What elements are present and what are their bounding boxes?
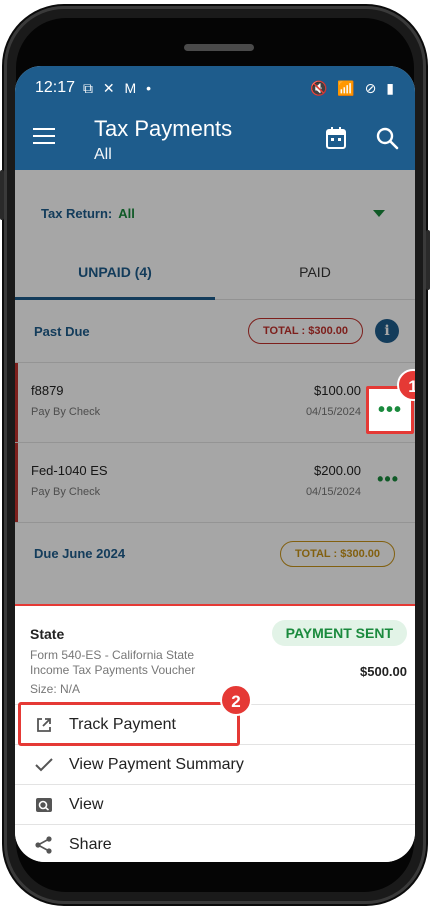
page-title: Tax Payments bbox=[94, 116, 233, 141]
status-time: 12:17 bbox=[35, 79, 76, 96]
status-badge: PAYMENT SENT bbox=[271, 620, 407, 646]
form-description: Form 540-ES - California State Income Ta… bbox=[30, 648, 196, 677]
more-options-icon[interactable]: ••• bbox=[378, 399, 402, 422]
notification-icons: ⧉ ✕ M • bbox=[83, 79, 155, 96]
view-action[interactable]: View bbox=[15, 784, 415, 824]
calendar-icon[interactable] bbox=[325, 126, 347, 150]
system-icons: 🔇 📶 ⊘ ▮ bbox=[310, 79, 397, 96]
action-label: Share bbox=[69, 835, 112, 853]
search-icon[interactable] bbox=[375, 126, 399, 150]
app-bar: Tax Payments All bbox=[15, 110, 415, 170]
step-badge-2: 2 bbox=[220, 684, 252, 716]
action-label: View Payment Summary bbox=[69, 755, 244, 773]
view-summary-action[interactable]: View Payment Summary bbox=[15, 744, 415, 784]
volume-button bbox=[0, 170, 4, 220]
share-action[interactable]: Share bbox=[15, 824, 415, 862]
share-icon bbox=[33, 835, 55, 855]
screen: 12:17 ⧉ ✕ M • 🔇 📶 ⊘ ▮ Tax Payments All T… bbox=[15, 66, 415, 862]
checkmark-icon bbox=[33, 757, 55, 773]
file-size: Size: N/A bbox=[30, 682, 81, 696]
preview-icon bbox=[33, 797, 55, 813]
track-payment-highlight bbox=[18, 702, 240, 746]
speaker-grille bbox=[184, 44, 254, 51]
sheet-amount: $500.00 bbox=[360, 664, 407, 679]
page-subtitle: All bbox=[94, 146, 112, 163]
sheet-title: State bbox=[30, 626, 65, 642]
status-bar: 12:17 ⧉ ✕ M • 🔇 📶 ⊘ ▮ bbox=[15, 66, 415, 110]
modal-scrim[interactable] bbox=[15, 170, 415, 606]
power-button bbox=[426, 230, 430, 290]
hamburger-menu-icon[interactable] bbox=[33, 128, 55, 146]
action-label: View bbox=[69, 795, 104, 813]
bottom-sheet: State PAYMENT SENT Form 540-ES - Califor… bbox=[15, 604, 415, 862]
